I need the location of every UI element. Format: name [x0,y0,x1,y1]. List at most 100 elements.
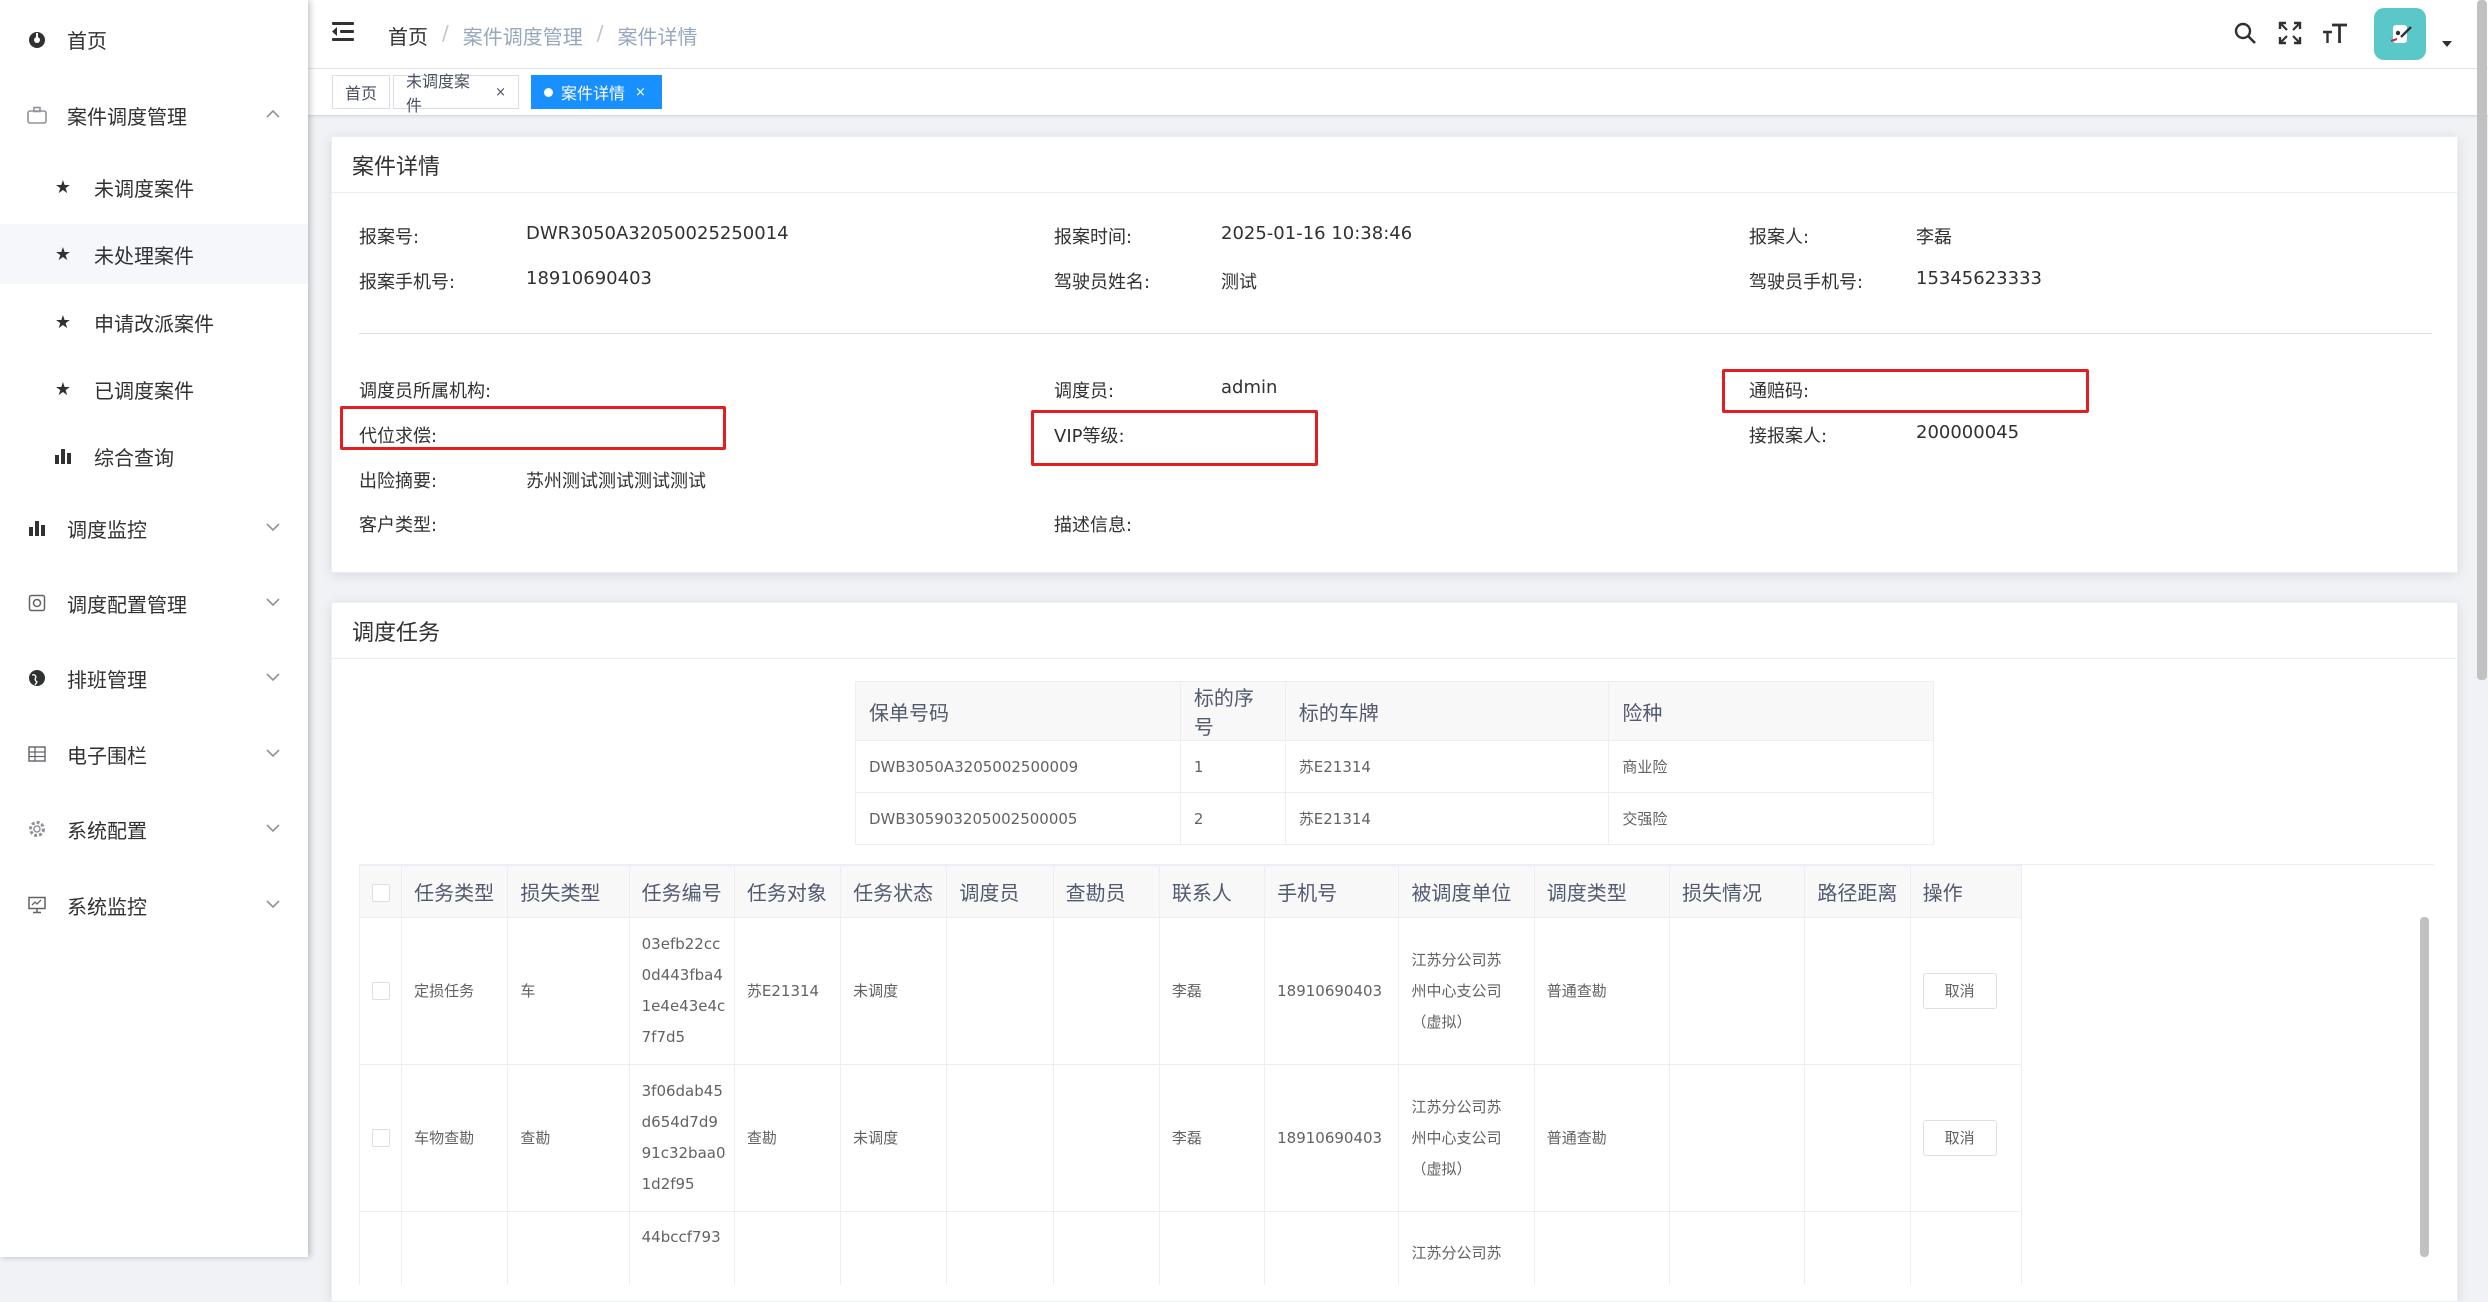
highlight-box-vip [1031,410,1318,466]
tag-home[interactable]: 首页 [332,75,390,109]
field-label: 调度员所属机构: [359,381,492,402]
unit-line: 江苏分公司苏 [1411,1097,1502,1116]
field-label: 调度员: [1054,381,1115,402]
breadcrumb-home[interactable]: 首页 [388,21,428,50]
reporter-value: 李磊 [1916,227,1952,248]
menu-fold-icon[interactable] [332,22,356,44]
field-label: 报案手机号: [359,272,456,293]
sidebar-item-reassign-request[interactable]: ★ 申请改派案件 [0,292,308,352]
cancel-button[interactable]: 取消 [1922,973,1997,1009]
gear-icon [27,819,47,839]
column-header: 损失类型 [507,865,630,918]
highlight-box-tongpei [1722,369,2089,413]
sidebar-item-query[interactable]: 综合查询 [0,426,308,486]
chevron-down-icon [266,897,280,913]
row-checkbox[interactable] [372,982,390,1000]
dispatcher-cell [946,1211,1054,1285]
menu-geofence[interactable]: 电子围栏 [0,724,308,784]
chevron-down-icon [266,746,280,762]
task-no-line: 91c32baa0 [641,1144,726,1162]
table-row: 44bccf793 江苏分公司苏 [359,1211,2023,1285]
breadcrumb-current: 案件详情 [617,25,698,49]
loss-status-cell [1669,1211,1806,1285]
cancel-button[interactable]: 取消 [1922,1120,1997,1156]
unit-line: 州中心支公司 [1411,981,1502,1000]
briefcase-icon [27,105,47,125]
avatar-icon[interactable] [2374,8,2426,60]
star-icon: ★ [54,243,72,265]
column-header: 任务编号 [628,865,735,918]
bar-chart-icon [27,518,47,538]
task-no-line: 1d2f95 [641,1175,695,1193]
sidebar-item-unprocessed[interactable]: ★ 未处理案件 [0,224,308,284]
menu-home[interactable]: 首页 [0,9,308,69]
receiver-value: 200000045 [1916,422,2020,443]
column-header: 标的车牌 [1284,681,1610,741]
star-icon: ★ [54,378,72,400]
sidebar-item-undispatched[interactable]: ★ 未调度案件 [0,157,308,217]
fullscreen-icon[interactable] [2277,20,2303,46]
loss-status-cell [1669,1064,1806,1212]
sidebar-item-dispatched[interactable]: ★ 已调度案件 [0,359,308,419]
dispatcher-cell [946,917,1054,1065]
dispatched-unit-cell: 江苏分公司苏 州中心支公司 （虚拟） [1398,917,1535,1065]
page-scrollbar[interactable] [2477,0,2487,680]
breadcrumb-case-dispatch[interactable]: 案件调度管理 [463,21,583,50]
menu-system-monitor[interactable]: 系统监控 [0,875,308,935]
row-checkbox[interactable] [372,1129,390,1147]
close-icon[interactable]: × [495,85,506,100]
dispatcher-cell [946,1064,1054,1212]
plate-cell: 苏E21314 [1284,740,1610,793]
driver-name-value: 测试 [1221,272,1257,293]
loss-type-cell: 查勘 [507,1064,630,1212]
tag-undispatched[interactable]: 未调度案件 × [393,72,519,115]
sidebar-item-label: 综合查询 [94,445,174,470]
unit-line: （虚拟） [1411,1012,1472,1031]
task-no-line: 3f06dab45 [641,1082,723,1100]
column-header: 联系人 [1158,865,1266,918]
phone-cell: 18910690403 [1264,917,1400,1065]
field-label: 客户类型: [359,515,438,536]
column-header: 任务类型 [401,865,509,918]
task-no-line: d654d7d9 [641,1113,718,1131]
close-icon[interactable]: × [635,85,646,100]
menu-case-dispatch[interactable]: 案件调度管理 [0,85,308,145]
field-label: 报案号: [359,227,420,248]
action-cell: 取消 [1909,1064,2023,1212]
chevron-down-icon [266,595,280,611]
menu-label: 调度配置管理 [67,592,187,617]
font-size-icon[interactable] [2322,20,2348,46]
column-header: 调度类型 [1533,865,1671,918]
menu-dispatch-config[interactable]: 调度配置管理 [0,573,308,633]
plate-cell: 苏E21314 [1284,792,1610,845]
menu-dispatch-monitor[interactable]: 调度监控 [0,498,308,558]
sidebar: 首页 案件调度管理 ★ 未调度案件 ★ 未处理案件 ★ 申请改派案件 ★ 已调度… [0,0,308,1257]
column-header: 任务状态 [840,865,948,918]
sidebar-item-label: 申请改派案件 [94,311,214,336]
task-object-cell [733,1211,842,1285]
phone-cell: 18910690403 [1264,1064,1400,1212]
menu-system-config[interactable]: 系统配置 [0,799,308,859]
table-header-row: 保单号码 标的序号 标的车牌 险种 [855,681,1934,741]
distance-cell [1804,917,1911,1065]
sidebar-item-label: 未调度案件 [94,176,194,201]
select-all-checkbox[interactable] [372,884,390,902]
dashboard-icon [27,29,47,49]
subject-seq-cell: 2 [1179,792,1286,845]
caret-down-icon[interactable] [2441,36,2453,52]
task-table-wrapper: 任务类型 损失类型 任务编号 任务对象 任务状态 调度员 查勘员 联系人 手机号… [359,864,2434,1285]
bar-chart-icon [53,446,73,466]
task-no-line: 1e4e43e4c [641,997,726,1015]
accident-summary-value: 苏州测试测试测试测试 [526,471,706,492]
row-checkbox-cell [359,917,403,1065]
breadcrumb-separator: / [442,21,449,45]
insurance-type-cell: 交强险 [1608,792,1934,845]
unit-line: 州中心支公司 [1411,1128,1502,1147]
search-icon[interactable] [2232,20,2258,46]
task-status-cell [840,1211,948,1285]
menu-shift-management[interactable]: 排班管理 [0,648,308,708]
tag-case-detail[interactable]: 案件详情 × [531,75,662,109]
table-scrollbar[interactable] [2420,917,2429,1257]
monitor-icon [27,895,47,915]
column-header: 损失情况 [1669,865,1806,918]
